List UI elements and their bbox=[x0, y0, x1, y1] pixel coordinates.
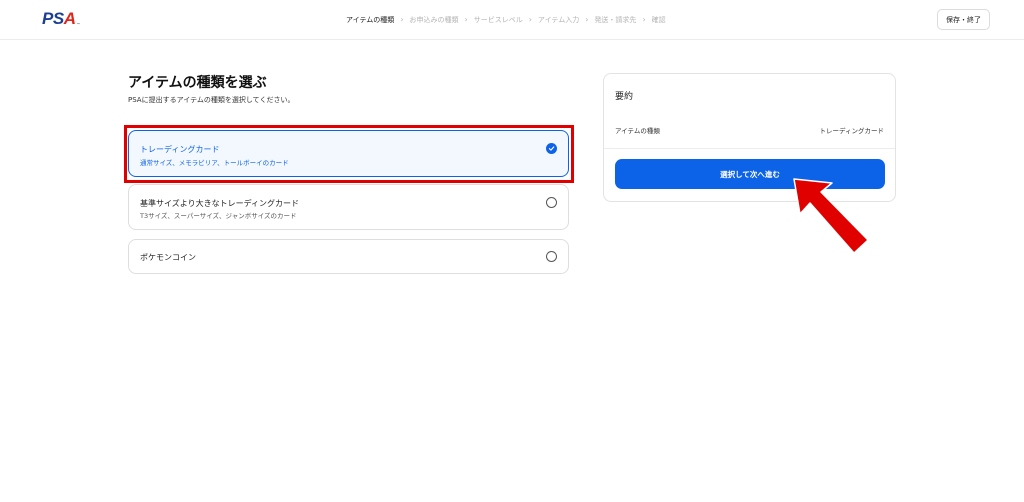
psa-logo[interactable]: PSA ™ bbox=[42, 10, 80, 28]
summary-item-type-label: アイテムの種類 bbox=[615, 127, 660, 135]
step-submission-type: お申込みの種類 bbox=[409, 16, 459, 24]
option-title: 基準サイズより大きなトレーディングカード bbox=[140, 199, 300, 208]
chevron-right-icon: › bbox=[400, 15, 404, 24]
step-item-entry: アイテム入力 bbox=[537, 16, 580, 24]
chevron-right-icon: › bbox=[528, 15, 532, 24]
step-item-type: アイテムの種類 bbox=[346, 16, 395, 24]
summary-title: 要約 bbox=[615, 92, 634, 102]
divider bbox=[604, 148, 895, 149]
trademark-mark: ™ bbox=[76, 22, 81, 27]
progress-steps: アイテムの種類 › お申込みの種類 › サービスレベル › アイテム入力 › 発… bbox=[346, 14, 666, 26]
chevron-right-icon: › bbox=[464, 15, 468, 24]
option-title: ポケモンコイン bbox=[140, 253, 196, 262]
psa-logo-text: PSA bbox=[42, 9, 76, 28]
page-subtitle: PSAに提出するアイテムの種類を選択してください。 bbox=[128, 96, 295, 104]
step-confirm: 確認 bbox=[651, 16, 666, 24]
option-oversized-trading-card[interactable]: 基準サイズより大きなトレーディングカード T3サイズ、スーパーサイズ、ジャンボサ… bbox=[128, 184, 569, 230]
step-service-level: サービスレベル bbox=[473, 16, 523, 24]
summary-item-type-value: トレーディングカード bbox=[819, 127, 884, 135]
option-pokemon-coin[interactable]: ポケモンコイン bbox=[128, 239, 569, 274]
page-title: アイテムの種類を選ぶ bbox=[128, 75, 267, 91]
top-bar: PSA ™ アイテムの種類 › お申込みの種類 › サービスレベル › アイテム… bbox=[0, 0, 1024, 40]
annotation-highlight-box bbox=[124, 125, 574, 183]
chevron-right-icon: › bbox=[642, 15, 646, 24]
annotation-arrow-icon bbox=[793, 178, 869, 254]
save-and-exit-button[interactable]: 保存・終了 bbox=[937, 9, 990, 30]
option-description: T3サイズ、スーパーサイズ、ジャンボサイズのカード bbox=[140, 212, 297, 220]
radio-unchecked-icon[interactable] bbox=[546, 251, 557, 262]
chevron-right-icon: › bbox=[585, 15, 589, 24]
step-shipping-billing: 発送・請求先 bbox=[594, 16, 637, 24]
radio-unchecked-icon[interactable] bbox=[546, 197, 557, 208]
